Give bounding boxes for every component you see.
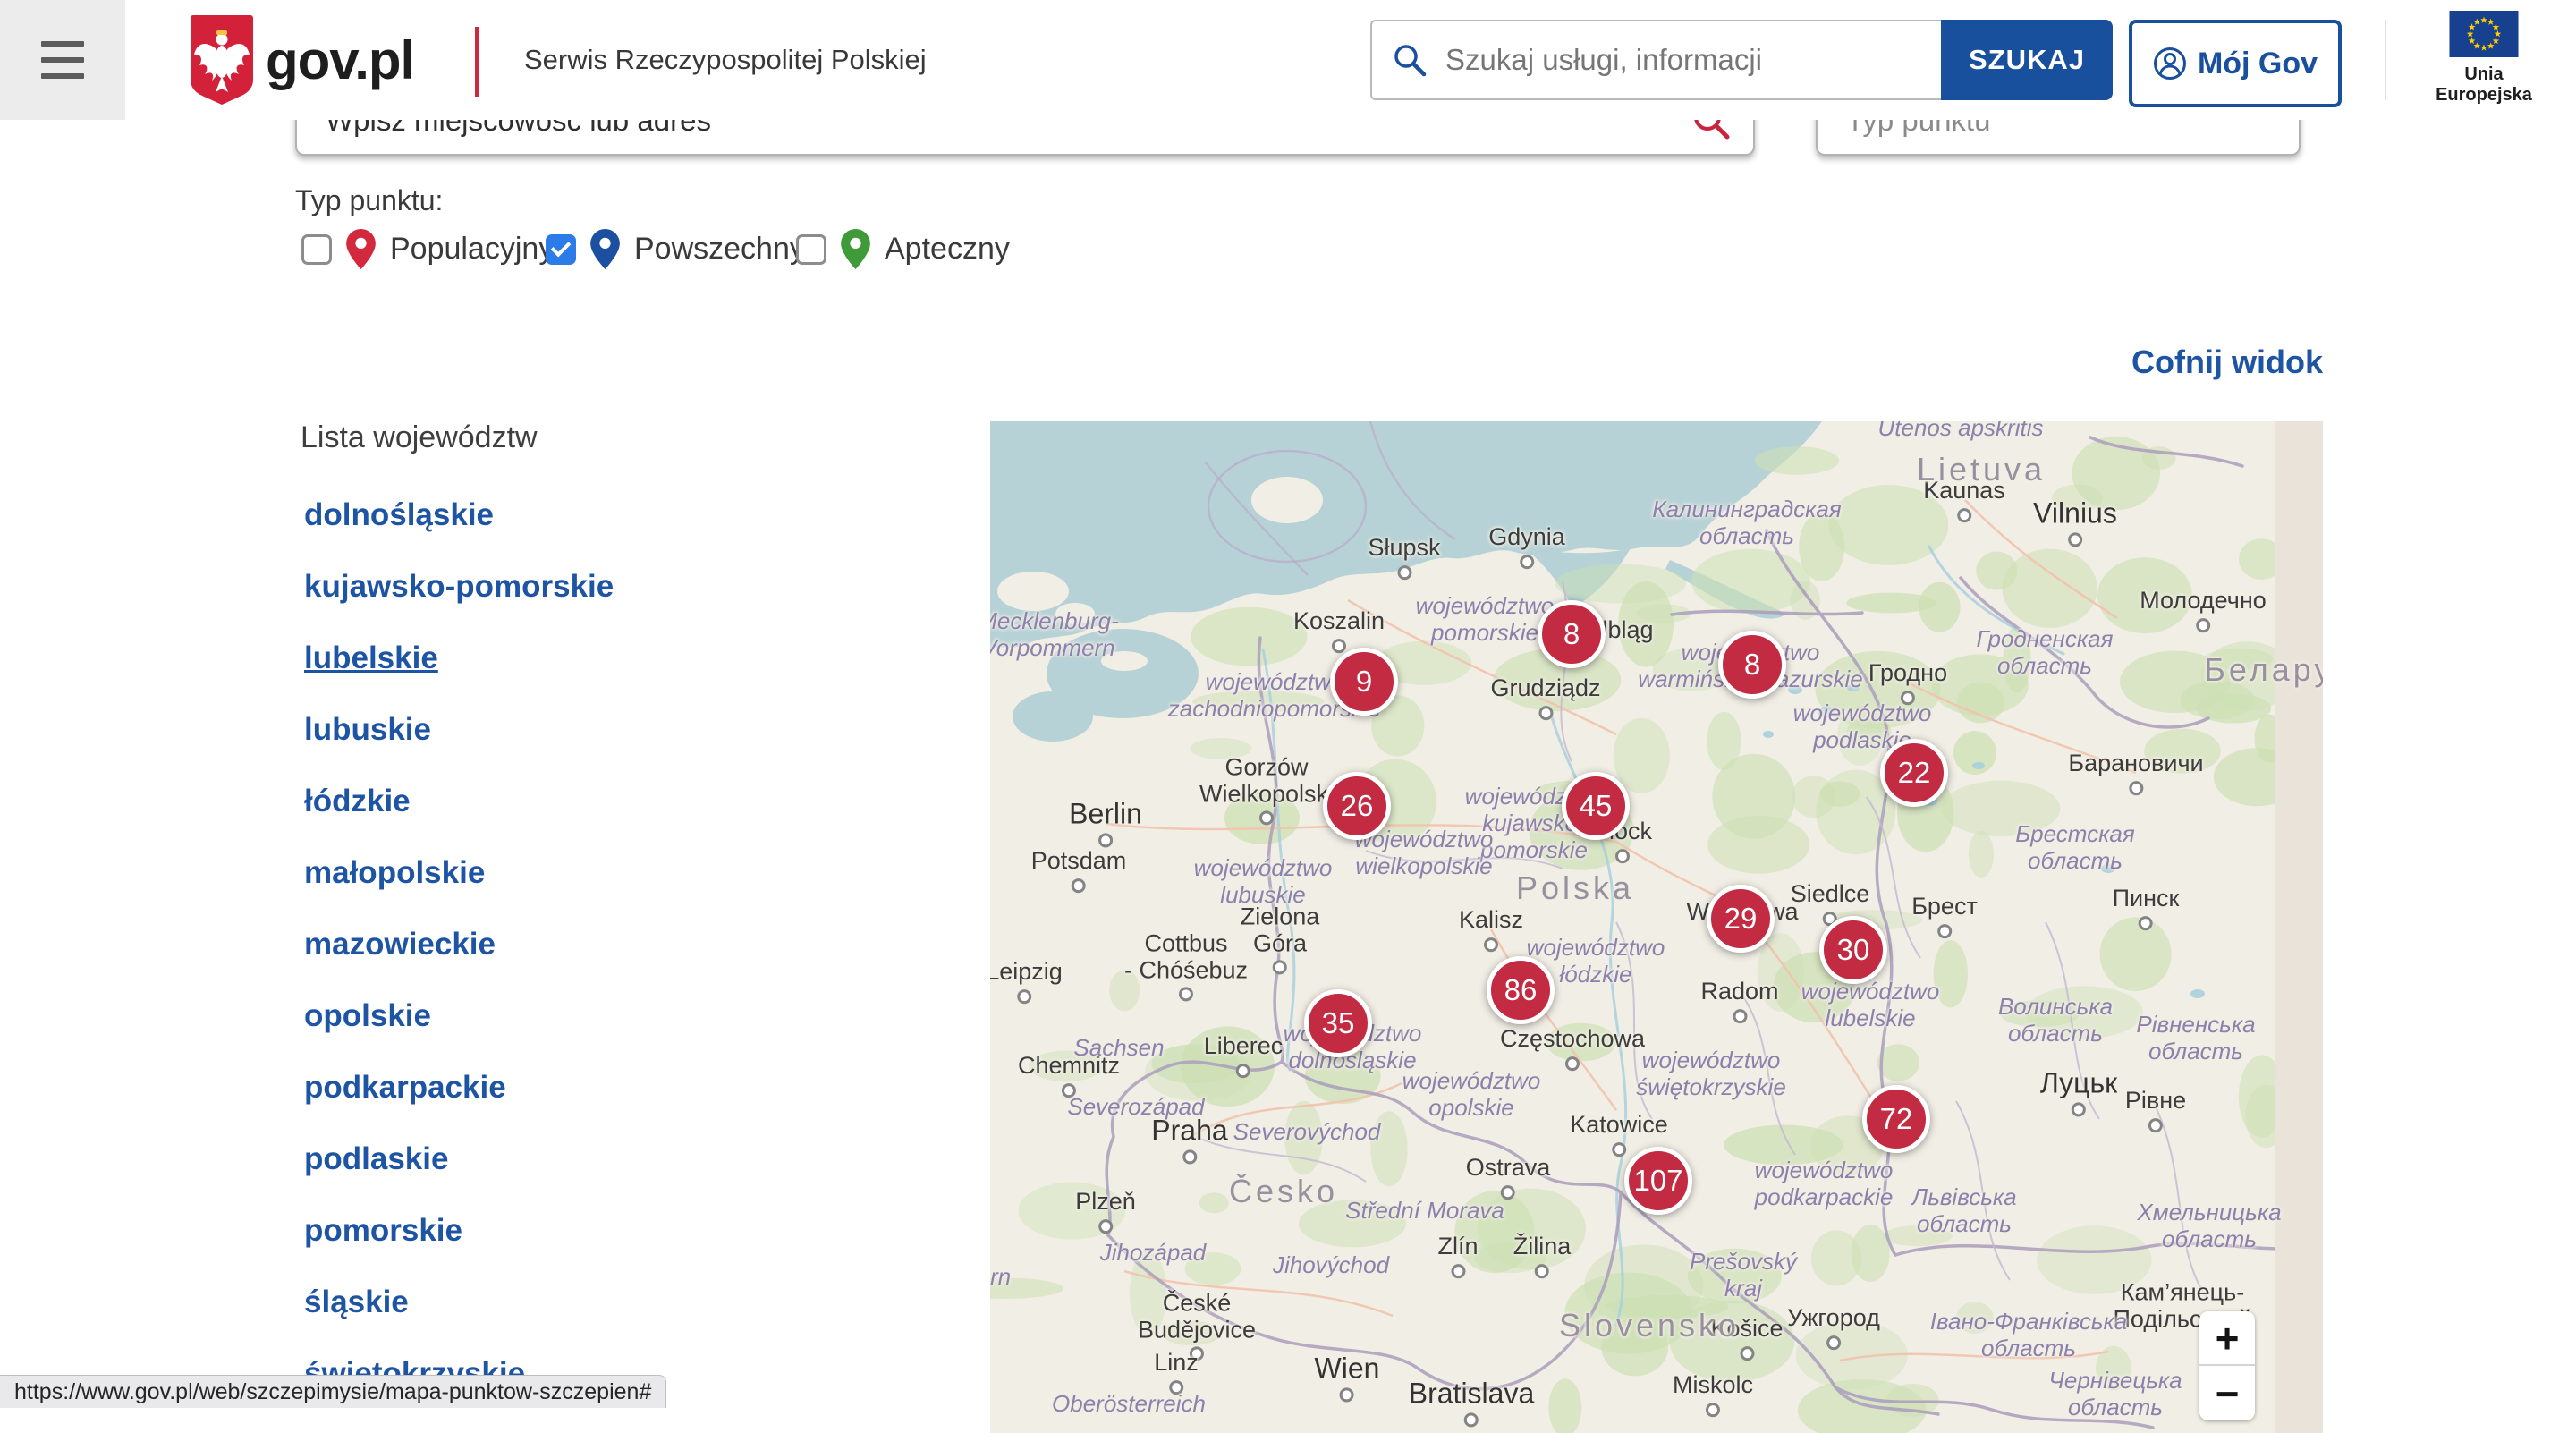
eu-flag-icon — [2449, 11, 2519, 57]
list-item: opolskie — [304, 980, 614, 1052]
list-item: dolnośląskie — [304, 479, 614, 551]
hamburger-bar — [41, 73, 84, 79]
list-item: łódzkie — [304, 766, 614, 837]
voivodeship-link-łódzkie[interactable]: łódzkie — [304, 784, 411, 819]
eu-label: Unia Europejska — [2426, 64, 2542, 106]
hamburger-menu-button[interactable] — [0, 0, 125, 120]
voivodeship-link-lubuskie[interactable]: lubuskie — [304, 712, 431, 748]
zoom-out-button[interactable]: − — [2199, 1366, 2255, 1420]
service-tagline: Serwis Rzeczypospolitej Polskiej — [524, 0, 927, 120]
search-input[interactable] — [1444, 42, 1912, 78]
header-red-divider — [475, 27, 479, 97]
type-option-Apteczny[interactable]: Apteczny — [796, 229, 1010, 269]
checkbox-Populacyjny[interactable] — [301, 234, 332, 265]
header-search: SZUKAJ — [1370, 20, 2113, 100]
list-item: mazowieckie — [304, 909, 614, 980]
list-item: kujawsko-pomorskie — [304, 551, 614, 623]
hamburger-bar — [41, 41, 84, 47]
type-option-Populacyjny[interactable]: Populacyjny — [301, 229, 554, 269]
type-option-label: Populacyjny — [390, 232, 554, 267]
moj-gov-label: Mój Gov — [2198, 47, 2318, 81]
moj-gov-button[interactable]: Mój Gov — [2129, 20, 2342, 107]
map-cluster-marker-45[interactable]: 45 — [1562, 772, 1630, 840]
type-option-label: Apteczny — [885, 232, 1010, 267]
list-item: lubuskie — [304, 694, 614, 766]
map-cluster-marker-107[interactable]: 107 — [1624, 1147, 1692, 1215]
map-cluster-marker-29[interactable]: 29 — [1707, 885, 1775, 953]
header-divider — [2385, 20, 2386, 100]
checkbox-checked-Powszechny[interactable] — [546, 234, 576, 265]
site-header: gov.pl Serwis Rzeczypospolitej Polskiej … — [0, 0, 2576, 120]
browser-status-url: https://www.gov.pl/web/szczepimysie/mapa… — [0, 1375, 666, 1408]
voivodeship-link-kujawsko-pomorskie[interactable]: kujawsko-pomorskie — [304, 569, 614, 605]
search-submit-button[interactable]: SZUKAJ — [1941, 20, 2113, 100]
map-cluster-marker-9[interactable]: 9 — [1330, 648, 1398, 716]
map-pin-icon — [346, 229, 376, 269]
user-icon — [2153, 47, 2187, 81]
list-item: małopolskie — [304, 837, 614, 909]
voivodeship-link-małopolskie[interactable]: małopolskie — [304, 855, 485, 891]
voivodeship-link-podlaskie[interactable]: podlaskie — [304, 1141, 448, 1177]
hamburger-bar — [41, 57, 84, 63]
map-cluster-marker-86[interactable]: 86 — [1487, 956, 1555, 1024]
map-zoom-control: + − — [2199, 1311, 2255, 1420]
list-item: podkarpackie — [304, 1052, 614, 1124]
map-base-layer — [990, 421, 2323, 1433]
search-box[interactable] — [1370, 20, 1941, 100]
reset-view-link[interactable]: Cofnij widok — [1968, 343, 2323, 381]
vaccination-points-map[interactable]: SłupskGdyniaKoszalinElblągGrudziądzGorzó… — [990, 421, 2323, 1433]
voivodeship-link-lubelskie[interactable]: lubelskie — [304, 640, 438, 676]
eu-block: Unia Europejska — [2426, 11, 2542, 106]
map-pin-icon — [590, 229, 620, 269]
search-icon — [1392, 42, 1428, 78]
map-cluster-marker-8[interactable]: 8 — [1718, 631, 1786, 699]
map-cluster-marker-72[interactable]: 72 — [1862, 1085, 1930, 1153]
map-cluster-marker-26[interactable]: 26 — [1323, 772, 1391, 840]
map-cluster-marker-8[interactable]: 8 — [1538, 600, 1606, 668]
map-pin-icon — [841, 229, 870, 269]
voivodeship-link-opolskie[interactable]: opolskie — [304, 998, 431, 1034]
voivodeship-list-title: Lista województw — [301, 420, 538, 455]
voivodeship-link-podkarpackie[interactable]: podkarpackie — [304, 1070, 506, 1106]
list-item: śląskie — [304, 1267, 614, 1338]
map-cluster-marker-22[interactable]: 22 — [1880, 739, 1948, 807]
logo-text: gov.pl — [266, 30, 414, 91]
checkbox-Apteczny[interactable] — [796, 234, 826, 265]
map-cluster-marker-35[interactable]: 35 — [1304, 989, 1372, 1057]
type-option-Powszechny[interactable]: Powszechny — [546, 229, 805, 269]
point-type-label: Typ punktu: — [295, 184, 443, 217]
voivodeship-link-pomorskie[interactable]: pomorskie — [304, 1213, 462, 1249]
type-option-label: Powszechny — [634, 232, 805, 267]
list-item: pomorskie — [304, 1195, 614, 1267]
voivodeship-list: dolnośląskie kujawsko-pomorskie lubelskie l… — [304, 479, 614, 1410]
zoom-in-button[interactable]: + — [2199, 1311, 2255, 1366]
govpl-logo[interactable]: gov.pl — [191, 14, 414, 106]
list-item: podlaskie — [304, 1124, 614, 1195]
voivodeship-link-mazowieckie[interactable]: mazowieckie — [304, 927, 496, 962]
map-cluster-marker-30[interactable]: 30 — [1819, 916, 1887, 984]
voivodeship-link-śląskie[interactable]: śląskie — [304, 1285, 409, 1320]
voivodeship-link-dolnośląskie[interactable]: dolnośląskie — [304, 497, 494, 533]
list-item: lubelskie — [304, 623, 614, 694]
point-type-options: Populacyjny Powszechny Apteczny — [0, 229, 1073, 276]
poland-eagle-emblem — [191, 15, 253, 105]
